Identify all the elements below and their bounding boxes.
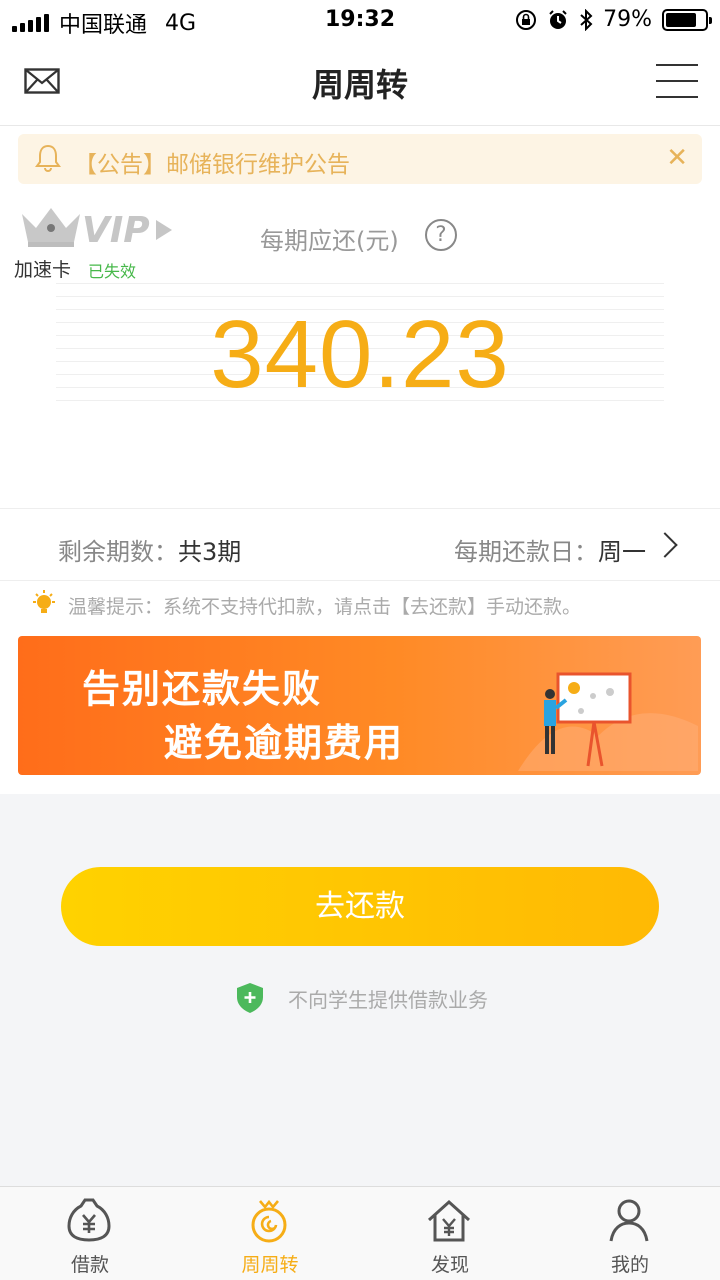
crown-icon[interactable] [18, 204, 84, 248]
speed-card-status: 已失效 [88, 262, 137, 281]
notice-text[interactable]: 【公告】邮储银行维护公告 [74, 145, 350, 179]
repayment-amount: 340.23 [210, 301, 510, 408]
person-icon [609, 1199, 649, 1242]
warm-tip: 温馨提示：系统不支持代扣款，请点击【去还款】手动还款。 [68, 596, 582, 618]
notice-bar[interactable]: 【公告】邮储银行维护公告 ✕ [18, 134, 702, 184]
payday-label: 每期还款日： [454, 538, 598, 566]
per-period-label: 每期应还(元) [260, 227, 399, 255]
menu-icon[interactable] [656, 64, 698, 98]
help-icon[interactable]: ? [425, 219, 457, 251]
banner-line-2: 避免逾期费用 [164, 721, 405, 765]
divider [0, 508, 720, 509]
bluetooth-icon [580, 8, 593, 31]
tab-label: 我的 [610, 1254, 649, 1276]
tab-loan[interactable]: 借款 [0, 1190, 180, 1280]
student-notice: 不向学生提供借款业务 [0, 984, 720, 1013]
remaining-periods: 剩余期数：共3期 [58, 532, 241, 567]
cycle-icon [251, 1199, 287, 1243]
tab-mine[interactable]: 我的 [540, 1190, 720, 1280]
bell-icon [35, 144, 61, 172]
repay-button[interactable]: 去还款 [61, 867, 659, 946]
tab-label: 周周转 [241, 1254, 299, 1276]
status-bar: 中国联通 4G 19:32 79% [0, 0, 720, 40]
payday-value[interactable]: 周一 [598, 538, 646, 566]
nav-bar: 周周转 [0, 40, 720, 126]
remaining-value: 共3期 [178, 538, 242, 566]
status-right: 79% [515, 7, 712, 32]
banner-line-1: 告别还款失败 [82, 667, 323, 711]
tab-discover[interactable]: 发现 [360, 1190, 540, 1280]
battery-fill [666, 12, 697, 27]
tab-weekly[interactable]: 周周转 [180, 1190, 360, 1280]
battery-icon [662, 8, 712, 31]
tab-label: 借款 [70, 1254, 109, 1276]
student-notice-text: 不向学生提供借款业务 [288, 988, 488, 1012]
tab-label: 发现 [430, 1254, 469, 1276]
vip-badge[interactable]: VIP [82, 210, 150, 251]
page-title: 周周转 [311, 66, 408, 104]
battery-percent: 79% [603, 7, 652, 32]
money-bag-icon [67, 1198, 111, 1242]
presentation-illustration [518, 672, 698, 771]
house-yen-icon [427, 1199, 471, 1242]
lightbulb-icon [33, 590, 55, 613]
promo-banner[interactable]: 告别还款失败 避免逾期费用 [18, 636, 701, 775]
speed-card-label[interactable]: 加速卡 [14, 255, 71, 282]
rotation-lock-icon [516, 9, 537, 30]
vip-arrow-icon[interactable] [156, 220, 172, 240]
alarm-icon [549, 9, 567, 29]
payday-selector[interactable]: 每期还款日：周一 [454, 532, 646, 567]
divider [0, 580, 720, 581]
close-icon[interactable]: ✕ [666, 143, 688, 173]
remaining-label: 剩余期数： [58, 538, 178, 566]
